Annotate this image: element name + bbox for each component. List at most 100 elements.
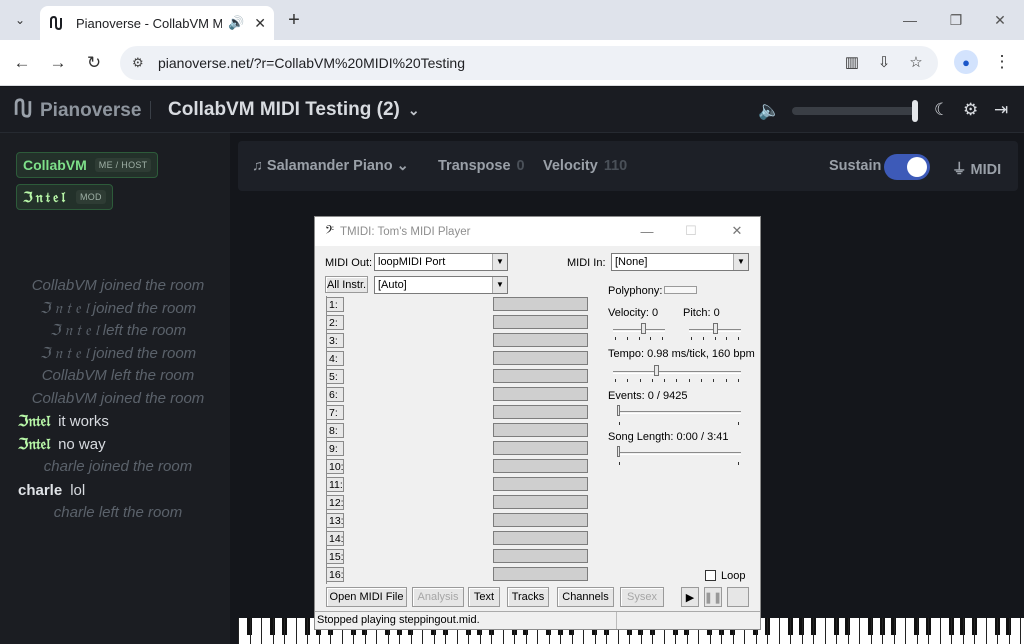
channel-button[interactable]: 15: xyxy=(326,549,344,564)
channel-button[interactable]: 3: xyxy=(326,333,344,348)
piano-white-key[interactable] xyxy=(824,618,826,644)
channel-button[interactable]: 6: xyxy=(326,387,344,402)
piano-white-key[interactable] xyxy=(778,618,780,644)
slider-thumb[interactable] xyxy=(617,446,620,457)
all-instr-button[interactable]: All Instr. xyxy=(325,276,368,293)
piano-white-key[interactable] xyxy=(916,618,918,644)
channel-button[interactable]: 2: xyxy=(326,315,344,330)
midi-button[interactable]: ⏚ MIDI xyxy=(952,158,1001,179)
site-settings-icon[interactable]: ⚙ xyxy=(132,55,152,71)
slider-thumb[interactable] xyxy=(654,365,659,376)
play-icon[interactable]: ▶ xyxy=(681,587,699,607)
chat-author[interactable]: ℑ𝔫𝔱𝔢𝔩 xyxy=(18,436,50,453)
piano-white-key[interactable] xyxy=(882,618,883,644)
minimize-icon[interactable]: — xyxy=(637,221,657,241)
restore-icon[interactable]: ❐ xyxy=(944,8,968,32)
tab-close-icon[interactable]: ✕ xyxy=(254,15,266,32)
tmidi-titlebar[interactable]: 𝄢 TMIDI: Tom's MIDI Player — ☐ ✕ xyxy=(315,217,760,246)
piano-white-key[interactable] xyxy=(307,618,308,644)
piano-white-key[interactable] xyxy=(928,618,929,644)
piano-white-key[interactable] xyxy=(261,618,262,644)
volume-speaker-icon[interactable]: 🔈 xyxy=(758,100,780,121)
piano-white-key[interactable] xyxy=(870,618,872,644)
piano-white-key[interactable] xyxy=(249,618,251,644)
close-icon[interactable]: ✕ xyxy=(727,221,747,241)
tab-search-chevron-icon[interactable]: ⌄ xyxy=(8,8,32,32)
channel-button[interactable]: 4: xyxy=(326,351,344,366)
text-button[interactable]: Text xyxy=(468,587,500,607)
channel-button[interactable]: 1: xyxy=(326,297,344,312)
piano-white-key[interactable] xyxy=(1008,618,1010,644)
tracks-button[interactable]: Tracks xyxy=(507,587,549,607)
user-chip-collabvm[interactable]: CollabVM ME / HOST xyxy=(16,152,159,178)
piano-white-key[interactable] xyxy=(951,618,952,644)
channel-button[interactable]: 7: xyxy=(326,405,344,420)
channel-button[interactable]: 5: xyxy=(326,369,344,384)
new-tab-plus-icon[interactable]: + xyxy=(282,8,306,32)
url-text[interactable]: pianoverse.net/?r=CollabVM%20MIDI%20Test… xyxy=(158,55,465,71)
bookmark-star-icon[interactable]: ☆ xyxy=(904,50,928,74)
browser-tab[interactable]: Pianoverse - CollabVM MID 🔊 ✕ xyxy=(40,6,274,40)
piano-white-key[interactable] xyxy=(939,618,941,644)
forward-arrow-icon[interactable]: → xyxy=(46,51,70,75)
profile-avatar-icon[interactable]: ● xyxy=(954,50,978,74)
minimize-icon[interactable]: — xyxy=(898,8,922,32)
window-close-icon[interactable]: ✕ xyxy=(988,8,1012,32)
piano-white-key[interactable] xyxy=(859,618,860,644)
piano-white-key[interactable] xyxy=(974,618,975,644)
midi-out-select[interactable]: loopMIDI Port ▼ xyxy=(374,253,508,271)
maximize-icon[interactable]: ☐ xyxy=(681,221,701,241)
piano-white-key[interactable] xyxy=(801,618,803,644)
piano-white-key[interactable] xyxy=(813,618,814,644)
open-midi-file-button[interactable]: Open MIDI File xyxy=(326,587,407,607)
moon-theme-icon[interactable]: ☾ xyxy=(934,100,949,120)
reload-icon[interactable]: ↻ xyxy=(82,51,106,75)
channel-button[interactable]: 12: xyxy=(326,495,344,510)
piano-white-key[interactable] xyxy=(790,618,791,644)
pianoverse-logo[interactable]: Pianoverse xyxy=(12,97,141,125)
channel-button[interactable]: 10: xyxy=(326,459,344,474)
piano-white-key[interactable] xyxy=(893,618,895,644)
piano-white-key[interactable] xyxy=(962,618,964,644)
address-bar[interactable]: ⚙ pianoverse.net/?r=CollabVM%20MIDI%20Te… xyxy=(120,46,938,80)
transpose-control[interactable]: Transpose 0 xyxy=(438,158,525,174)
tab-audio-speaker-icon[interactable]: 🔊 xyxy=(228,15,244,31)
channel-button[interactable]: 11: xyxy=(326,477,344,492)
chat-author[interactable]: charle xyxy=(18,482,62,499)
piano-white-key[interactable] xyxy=(905,618,906,644)
stop-icon[interactable] xyxy=(727,587,749,607)
channel-button[interactable]: 9: xyxy=(326,441,344,456)
channel-button[interactable]: 16: xyxy=(326,567,344,582)
install-app-icon[interactable]: ⇩ xyxy=(872,50,896,74)
logout-icon[interactable]: ⇥ xyxy=(994,100,1008,120)
sustain-toggle[interactable] xyxy=(884,154,930,180)
piano-white-key[interactable] xyxy=(238,618,239,644)
user-chip-intel[interactable]: ℑ𝔫𝔱𝔢𝔩 MOD xyxy=(16,184,113,210)
channel-button[interactable]: 14: xyxy=(326,531,344,546)
volume-slider-handle[interactable] xyxy=(912,100,918,122)
chat-author[interactable]: ℑ𝔫𝔱𝔢𝔩 xyxy=(18,413,50,430)
channel-button[interactable]: 13: xyxy=(326,513,344,528)
events-slider[interactable] xyxy=(617,405,741,421)
piano-white-key[interactable] xyxy=(284,618,285,644)
slider-thumb[interactable] xyxy=(713,323,718,334)
piano-white-key[interactable] xyxy=(836,618,837,644)
analysis-button[interactable]: Analysis xyxy=(412,587,464,607)
slider-thumb[interactable] xyxy=(617,405,620,416)
piano-keys-extension-icon[interactable]: ▥ xyxy=(840,50,864,74)
loop-checkbox[interactable] xyxy=(705,570,716,581)
gear-settings-icon[interactable]: ⚙ xyxy=(963,100,978,120)
instrument-selector[interactable]: ♫ Salamander Piano ⌄ xyxy=(252,158,409,174)
instrument-select[interactable]: [Auto] ▼ xyxy=(374,276,508,294)
browser-menu-icon[interactable]: ⋮ xyxy=(990,50,1014,74)
piano-white-key[interactable] xyxy=(997,618,998,644)
back-arrow-icon[interactable]: ← xyxy=(10,51,34,75)
piano-white-key[interactable] xyxy=(767,618,768,644)
piano-white-key[interactable] xyxy=(272,618,274,644)
song-position-slider[interactable] xyxy=(617,446,741,462)
volume-slider[interactable] xyxy=(792,100,918,122)
piano-white-key[interactable] xyxy=(985,618,987,644)
midi-in-select[interactable]: [None] ▼ xyxy=(611,253,749,271)
pause-icon[interactable]: ❚❚ xyxy=(704,587,722,607)
piano-white-key[interactable] xyxy=(1020,618,1021,644)
